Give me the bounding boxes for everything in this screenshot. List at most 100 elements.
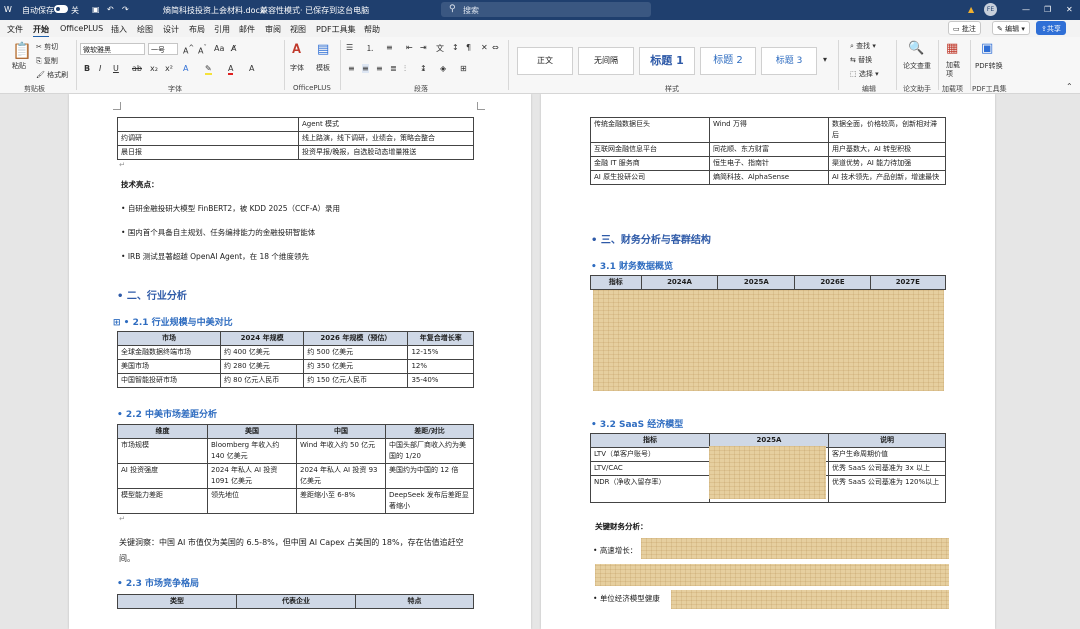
save-icon[interactable]: ▣ xyxy=(92,5,100,14)
tab-view[interactable]: 视图 xyxy=(290,24,306,35)
heading-2-3: • 2.3 市场竞争格局 xyxy=(117,579,199,589)
replace-button[interactable]: ⇆ 替换 xyxy=(850,55,872,65)
autosave-toggle[interactable] xyxy=(54,5,68,13)
tab-references[interactable]: 引用 xyxy=(214,24,230,35)
decrease-indent-icon[interactable]: ⇤ xyxy=(406,43,413,52)
styles-more-icon[interactable]: ▾ xyxy=(823,55,827,64)
style-normal[interactable]: 正文 xyxy=(517,47,573,75)
font-name-select[interactable]: 微软雅黑 xyxy=(80,43,145,55)
bullets-icon[interactable]: ☰ xyxy=(346,43,353,52)
char-shading-icon[interactable]: A xyxy=(249,64,254,73)
tab-pdf-tools[interactable]: PDF工具集 xyxy=(316,24,356,35)
clear-format-icon[interactable]: A̸ xyxy=(231,44,236,53)
change-case-icon[interactable]: Aa xyxy=(214,44,224,53)
addin-icon[interactable]: ▦ xyxy=(946,41,958,56)
table-cell xyxy=(117,117,299,132)
share-button[interactable]: ⇪共享 xyxy=(1036,21,1066,35)
cut-button[interactable]: ✂ 剪切 xyxy=(36,42,58,52)
paste-icon[interactable]: 📋 xyxy=(12,41,32,60)
edit-mode-button[interactable]: ✎ 编辑 ▾ xyxy=(992,21,1030,35)
collapse-ribbon-icon[interactable]: ⌃ xyxy=(1066,82,1073,91)
tab-home[interactable]: 开始 xyxy=(33,24,49,38)
table-cell: 差距缩小至 6-8% xyxy=(296,488,386,514)
pdf-convert-label[interactable]: PDF转换 xyxy=(975,61,1003,71)
tab-officeplus[interactable]: OfficePLUS xyxy=(60,24,103,33)
tab-mailings[interactable]: 邮件 xyxy=(239,24,255,35)
superscript-icon[interactable]: x² xyxy=(165,64,173,73)
align-left-icon[interactable]: ≡ xyxy=(348,64,355,73)
style-heading-2[interactable]: 标题 2 xyxy=(700,47,756,75)
close-icon[interactable]: ✕ xyxy=(1066,5,1073,14)
justify-icon[interactable]: ≣ xyxy=(390,64,397,73)
shrink-font-icon[interactable]: Aˇ xyxy=(198,44,207,56)
font-size-select[interactable]: 一号 xyxy=(148,43,178,55)
find-button[interactable]: ⌕ 查找 ▾ xyxy=(850,41,876,51)
heading-text: 2.3 市场竞争格局 xyxy=(125,579,199,589)
format-painter-button[interactable]: 🖌 格式刷 xyxy=(36,70,68,80)
paste-label[interactable]: 粘贴 xyxy=(12,61,26,71)
font-color-icon[interactable]: A xyxy=(228,64,234,75)
template-label[interactable]: 模板 xyxy=(316,63,330,73)
italic-icon[interactable]: I xyxy=(99,64,101,73)
column-header: 年复合增长率 xyxy=(407,331,474,346)
select-button[interactable]: ⬚ 选择 ▾ xyxy=(850,69,879,79)
increase-indent-icon[interactable]: ⇥ xyxy=(420,43,427,52)
restore-icon[interactable]: ❐ xyxy=(1044,5,1051,14)
font-group-icon[interactable]: 𝐀 xyxy=(292,42,301,57)
multilevel-icon[interactable]: ≡ xyxy=(386,43,393,52)
show-marks-icon[interactable]: ¶ xyxy=(466,43,471,52)
avatar[interactable]: FE xyxy=(984,3,997,16)
copy-button[interactable]: ⎘ 复制 xyxy=(36,56,58,66)
font-group-btn-label[interactable]: 字体 xyxy=(290,63,304,73)
style-no-spacing[interactable]: 无间隔 xyxy=(578,47,634,75)
chinese-layout-icon[interactable]: 文 xyxy=(436,43,444,54)
line-spacing-icon[interactable]: ↨ xyxy=(420,64,427,73)
highlight-icon[interactable]: ✎ xyxy=(205,64,212,75)
table-cell: 中国智能投研市场 xyxy=(117,373,221,388)
search-box[interactable]: ⚲ 搜索 xyxy=(441,2,651,17)
borders-icon[interactable]: ⊞ xyxy=(460,64,467,73)
sort-icon[interactable]: ↕ xyxy=(452,43,459,52)
paper-check-label[interactable]: 论文查重 xyxy=(903,61,931,71)
redo-icon[interactable]: ↷ xyxy=(122,5,129,14)
document-page-left[interactable]: Agent 模式 约调研 线上路演，线下调研，业绩会，策略会整合 晨日报 投资早报/… xyxy=(69,94,531,629)
style-heading-1[interactable]: 标题 1 xyxy=(639,47,695,75)
distributed-icon[interactable]: ⫶ xyxy=(404,64,406,74)
tab-layout[interactable]: 布局 xyxy=(189,24,205,35)
subscript-icon[interactable]: x₂ xyxy=(150,64,158,73)
asian-layout-icon[interactable]: ✕ xyxy=(481,43,488,52)
tab-file[interactable]: 文件 xyxy=(7,24,23,35)
warning-icon[interactable]: ▲ xyxy=(968,5,974,14)
editing-group-label: 编辑 xyxy=(862,85,876,93)
align-center-icon[interactable]: ≡ xyxy=(362,64,369,73)
strikethrough-icon[interactable]: ab xyxy=(132,64,142,73)
char-scale-icon[interactable]: ⇔ xyxy=(492,43,499,52)
numbering-icon[interactable]: ⒈ xyxy=(366,43,374,54)
shading-icon[interactable]: ◈ xyxy=(440,64,446,73)
paper-check-icon[interactable]: 🔍 xyxy=(908,41,924,56)
tab-review[interactable]: 审阅 xyxy=(265,24,281,35)
text-effects-icon[interactable]: A xyxy=(183,64,188,73)
template-icon[interactable]: ▤ xyxy=(317,42,329,57)
table-cell: 约 150 亿元人民币 xyxy=(303,373,409,388)
undo-icon[interactable]: ↶ xyxy=(107,5,114,14)
tab-help[interactable]: 帮助 xyxy=(364,24,380,35)
underline-icon[interactable]: U xyxy=(113,64,119,73)
addin-label[interactable]: 加载项 xyxy=(946,61,964,79)
heading-industry-analysis: • 二、行业分析 xyxy=(117,291,187,302)
pdf-convert-icon[interactable]: ▣ xyxy=(981,41,993,56)
comment-button[interactable]: ▭ 批注 xyxy=(948,21,981,35)
align-right-icon[interactable]: ≡ xyxy=(376,64,383,73)
document-canvas[interactable]: Agent 模式 约调研 线上路演，线下调研，业绩会，策略会整合 晨日报 投资早报/… xyxy=(0,94,1080,629)
style-heading-3[interactable]: 标题 3 xyxy=(761,47,817,75)
grow-font-icon[interactable]: A^ xyxy=(183,44,194,56)
document-page-right[interactable]: 传统金融数据巨头 Wind 万得 数据全面，价格较高，创新相对滞后 互联网金融信息平… xyxy=(541,94,995,629)
minimize-icon[interactable]: — xyxy=(1022,5,1030,14)
tab-design[interactable]: 设计 xyxy=(163,24,179,35)
tab-insert[interactable]: 插入 xyxy=(111,24,127,35)
table-cell: 互联网金融信息平台 xyxy=(590,142,710,157)
table-cell: LTV/CAC xyxy=(590,461,710,476)
tab-draw[interactable]: 绘图 xyxy=(137,24,153,35)
bold-icon[interactable]: B xyxy=(84,64,90,73)
search-placeholder: 搜索 xyxy=(463,6,479,15)
